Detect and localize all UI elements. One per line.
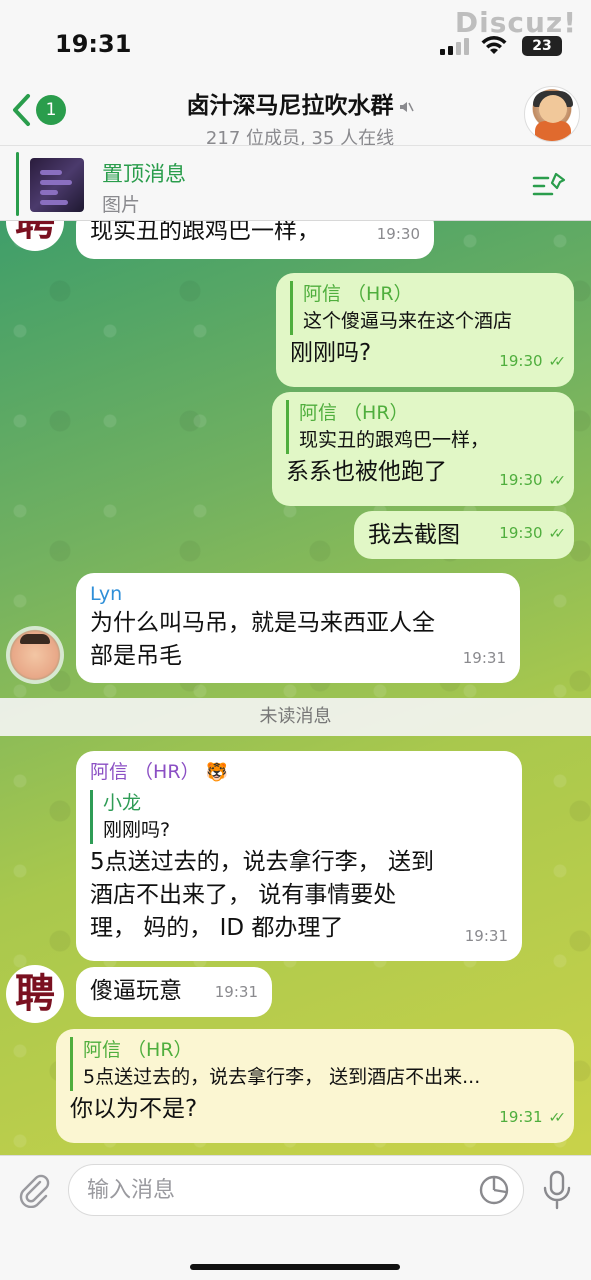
battery-icon: 23 <box>522 36 562 56</box>
emoji-badge-icon: 🐯 <box>205 762 228 783</box>
message-text: 现实丑的跟鸡巴一样， <box>90 221 320 244</box>
reply-quote[interactable]: 阿信 （HR） 现实丑的跟鸡巴一样， <box>286 400 560 454</box>
read-checks-icon: ✓✓ <box>548 1110 567 1126</box>
chat-title: 卤汁深马尼拉吹水群 <box>110 86 490 120</box>
message-bubble[interactable]: 现实丑的跟鸡巴一样， 19:30 <box>76 221 434 259</box>
muted-icon <box>399 101 414 112</box>
message-list[interactable]: 聘 现实丑的跟鸡巴一样， 19:30 阿信 （HR） 这个傻逼马来在这个酒店 刚… <box>0 221 591 1155</box>
message-time: 19:30 <box>376 225 420 243</box>
avatar[interactable]: 聘 <box>6 221 64 251</box>
home-indicator[interactable] <box>190 1264 400 1270</box>
message-text: 5点送过去的，说去拿行李， 送到 <box>90 849 434 875</box>
watermark-logo: Discuz! <box>454 6 577 39</box>
message-time: 19:31 ✓✓ <box>499 1108 567 1126</box>
composer-bar <box>0 1155 591 1280</box>
status-time: 19:31 <box>55 30 132 58</box>
pinned-indicator <box>16 152 19 216</box>
status-bar: 19:31 23 Discuz! <box>0 0 591 80</box>
pinned-title: 置顶消息 <box>102 162 186 186</box>
reply-text: 5点送过去的，说去拿行李， 送到酒店不出来... <box>83 1066 481 1088</box>
message-bubble[interactable]: 阿信 （HR） 现实丑的跟鸡巴一样， 系系也被他跑了 19:30 ✓✓ <box>272 392 574 506</box>
reply-quote[interactable]: 阿信 （HR） 5点送过去的，说去拿行李， 送到酒店不出来... <box>70 1037 560 1091</box>
pinned-thumbnail <box>30 158 84 212</box>
reply-text: 现实丑的跟鸡巴一样， <box>299 429 490 451</box>
read-checks-icon: ✓✓ <box>548 354 567 370</box>
message-bubble[interactable]: 阿信 （HR） 5点送过去的，说去拿行李， 送到酒店不出来... 你以为不是? … <box>56 1029 574 1143</box>
read-checks-icon: ✓✓ <box>548 473 567 489</box>
message-bubble[interactable]: 阿信 （HR） 这个傻逼马来在这个酒店 刚刚吗? 19:30 ✓✓ <box>276 273 574 387</box>
reply-text: 这个傻逼马来在这个酒店 <box>303 310 513 332</box>
avatar[interactable] <box>6 626 64 684</box>
message-text: 酒店不出来了， 说有事情要处 <box>90 882 397 908</box>
pin-list-icon[interactable] <box>532 170 566 200</box>
avatar[interactable]: 聘 <box>6 965 64 1023</box>
attachment-icon[interactable] <box>16 1172 52 1208</box>
message-time: 19:30 ✓✓ <box>499 471 567 489</box>
unread-divider: 未读消息 <box>0 698 591 736</box>
reply-sender: 阿信 （HR） <box>83 1039 193 1061</box>
cellular-signal-icon <box>440 38 469 55</box>
message-bubble[interactable]: 我去截图 19:30 ✓✓ <box>354 511 574 559</box>
sender-name[interactable]: 阿信 （HR） 🐯 <box>90 759 508 786</box>
message-bubble[interactable]: 阿信 （HR） 🐯 小龙 刚刚吗? 5点送过去的，说去拿行李， 送到 酒店不出来… <box>76 751 522 961</box>
message-bubble[interactable]: Lyn 为什么叫马吊，就是马来西亚人全 部是吊毛 19:31 <box>76 573 520 683</box>
sender-name[interactable]: Lyn <box>90 581 506 607</box>
message-time: 19:30 ✓✓ <box>499 352 567 370</box>
reply-quote[interactable]: 小龙 刚刚吗? <box>90 790 508 844</box>
message-text: 我去截图 <box>368 522 460 548</box>
read-checks-icon: ✓✓ <box>548 526 567 542</box>
group-avatar[interactable] <box>524 86 580 142</box>
message-time: 19:31 <box>464 927 508 945</box>
sticker-icon[interactable] <box>478 1174 510 1206</box>
message-input[interactable] <box>68 1164 524 1216</box>
message-text: 为什么叫马吊，就是马来西亚人全 <box>90 610 435 636</box>
pinned-message-bar[interactable]: 置顶消息 图片 <box>0 145 591 221</box>
message-text: 部是吊毛 <box>90 643 182 669</box>
pinned-subtitle: 图片 <box>102 194 141 216</box>
message-time: 19:31 <box>214 983 258 1001</box>
reply-sender: 阿信 （HR） <box>303 283 413 305</box>
reply-sender: 小龙 <box>103 792 142 814</box>
chat-title-area[interactable]: 卤汁深马尼拉吹水群 217 位成员, 35 人在线 <box>110 86 490 150</box>
reply-sender: 阿信 （HR） <box>299 402 409 424</box>
message-text: 理， 妈的， ID 都办理了 <box>90 915 344 941</box>
message-text: 你以为不是? <box>70 1096 198 1122</box>
message-time: 19:31 <box>462 649 506 667</box>
microphone-icon[interactable] <box>540 1170 574 1210</box>
back-button[interactable]: 1 <box>10 92 66 128</box>
message-bubble[interactable]: 傻逼玩意 19:31 <box>76 967 272 1017</box>
unread-count-badge: 1 <box>36 95 66 125</box>
message-text: 傻逼玩意 <box>90 978 182 1004</box>
message-time: 19:30 ✓✓ <box>499 524 567 542</box>
chat-header: 1 卤汁深马尼拉吹水群 217 位成员, 35 人在线 <box>0 80 591 149</box>
reply-text: 刚刚吗? <box>103 819 171 841</box>
reply-quote[interactable]: 阿信 （HR） 这个傻逼马来在这个酒店 <box>290 281 560 335</box>
chevron-left-icon <box>13 94 30 126</box>
